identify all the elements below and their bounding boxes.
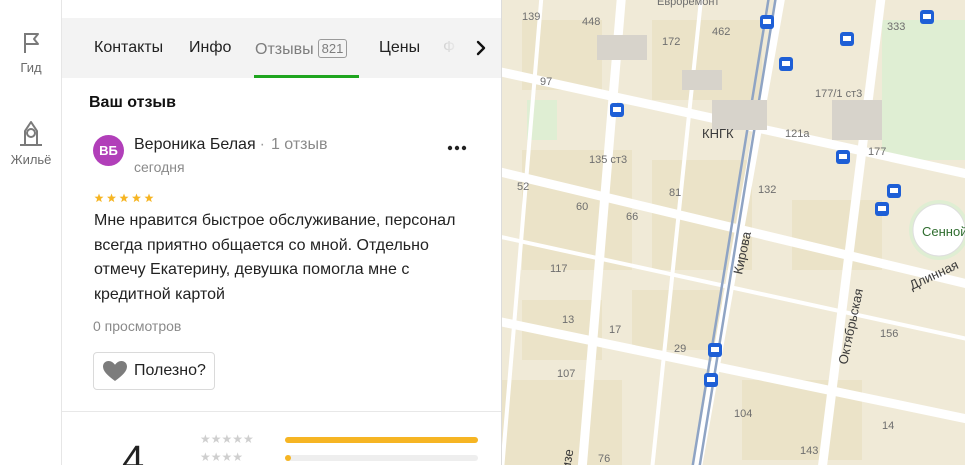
map-label: 60 [576,201,588,213]
map-label: 117 [550,263,568,275]
reviews-count-badge: 821 [317,39,348,58]
map-label: 52 [517,181,529,193]
more-dots-icon [447,145,467,151]
left-rail: Гид Жильё [0,0,62,465]
tabs-next-button[interactable] [470,36,492,60]
rail-item-guide[interactable]: Гид [0,30,62,75]
views-count: 0 просмотров [93,318,182,334]
rating-distribution-row[interactable]: ★★★★ [200,450,480,464]
map-label: 66 [626,211,638,223]
review-text: Мне нравится быстрое обслуживание, персо… [94,212,456,303]
review-rating-stars [94,193,156,206]
map-label: 13 [562,314,574,326]
author-name[interactable]: Вероника Белая [134,136,256,153]
heart-icon [103,361,127,381]
distribution-fill [285,455,291,461]
map[interactable]: 139 448 Евроремонт 462 333 172 97 177/1 … [502,0,965,465]
stars-icon: ★★★★ [200,450,244,464]
review-panel: Контакты Инфо Отзывы821 Цены Ф Ваш отзыв… [62,0,502,465]
map-label: 17 [609,324,621,336]
building-icon [20,121,42,146]
map-label: 462 [712,26,730,38]
review-author-line: Вероника Белая · 1 отзыв [134,136,328,154]
map-label: 104 [734,408,752,420]
flag-icon [24,33,39,53]
map-label: 177 [868,146,886,158]
separator: · [259,136,265,153]
rating-distribution-row[interactable]: ★★★★★ [200,432,480,446]
rail-item-label: Жильё [10,152,52,167]
map-canvas[interactable]: 139 448 Евроремонт 462 333 172 97 177/1 … [502,0,965,465]
rail-item-housing[interactable]: Жильё [0,118,62,167]
useful-button[interactable]: Полезно? [93,352,215,390]
tabs-bar: Контакты Инфо Отзывы821 Цены Ф [62,18,501,78]
map-label: 76 [598,453,610,465]
map-label: 107 [557,368,575,380]
more-options-button[interactable] [445,138,469,158]
map-label: изе [558,448,576,465]
useful-label: Полезно? [134,362,206,379]
rail-item-label: Гид [20,60,42,75]
map-label: Сенной [922,224,965,239]
map-label: 135 ст3 [589,154,627,166]
map-label: 177/1 ст3 [815,88,862,100]
map-label: 448 [582,16,600,28]
map-label: 121а [785,128,810,140]
distribution-bar [285,455,478,461]
map-label: 143 [800,445,818,457]
map-label: КНГК [702,126,734,141]
chevron-right-icon [476,40,486,56]
tab-contacts[interactable]: Контакты [94,39,163,57]
review-date: сегодня [134,159,185,175]
distribution-fill [285,437,478,443]
tab-reviews[interactable]: Отзывы 821 [255,39,348,59]
tabs-fade [432,18,472,78]
tab-reviews-label: Отзывы [255,41,314,58]
map-label: 172 [662,36,680,48]
tab-info[interactable]: Инфо [189,39,231,57]
section-title: Ваш отзыв [89,94,176,111]
map-label: 29 [674,343,686,355]
distribution-bar [285,437,478,443]
map-label: 97 [540,76,552,88]
map-label: 132 [758,184,776,196]
divider [62,411,501,412]
map-label: 156 [880,328,898,340]
map-label: 333 [887,21,905,33]
map-label: Евроремонт [657,0,719,8]
active-tab-indicator [254,75,359,78]
stars-icon [94,193,154,203]
map-label: 14 [882,420,894,432]
tab-prices[interactable]: Цены [379,39,420,57]
avatar[interactable]: ВБ [93,135,124,166]
map-label: 81 [669,187,681,199]
map-label: 139 [522,11,540,23]
stars-icon: ★★★★★ [200,432,254,446]
overall-rating: 4 [122,438,145,465]
author-reviews-count: 1 отзыв [270,136,328,153]
